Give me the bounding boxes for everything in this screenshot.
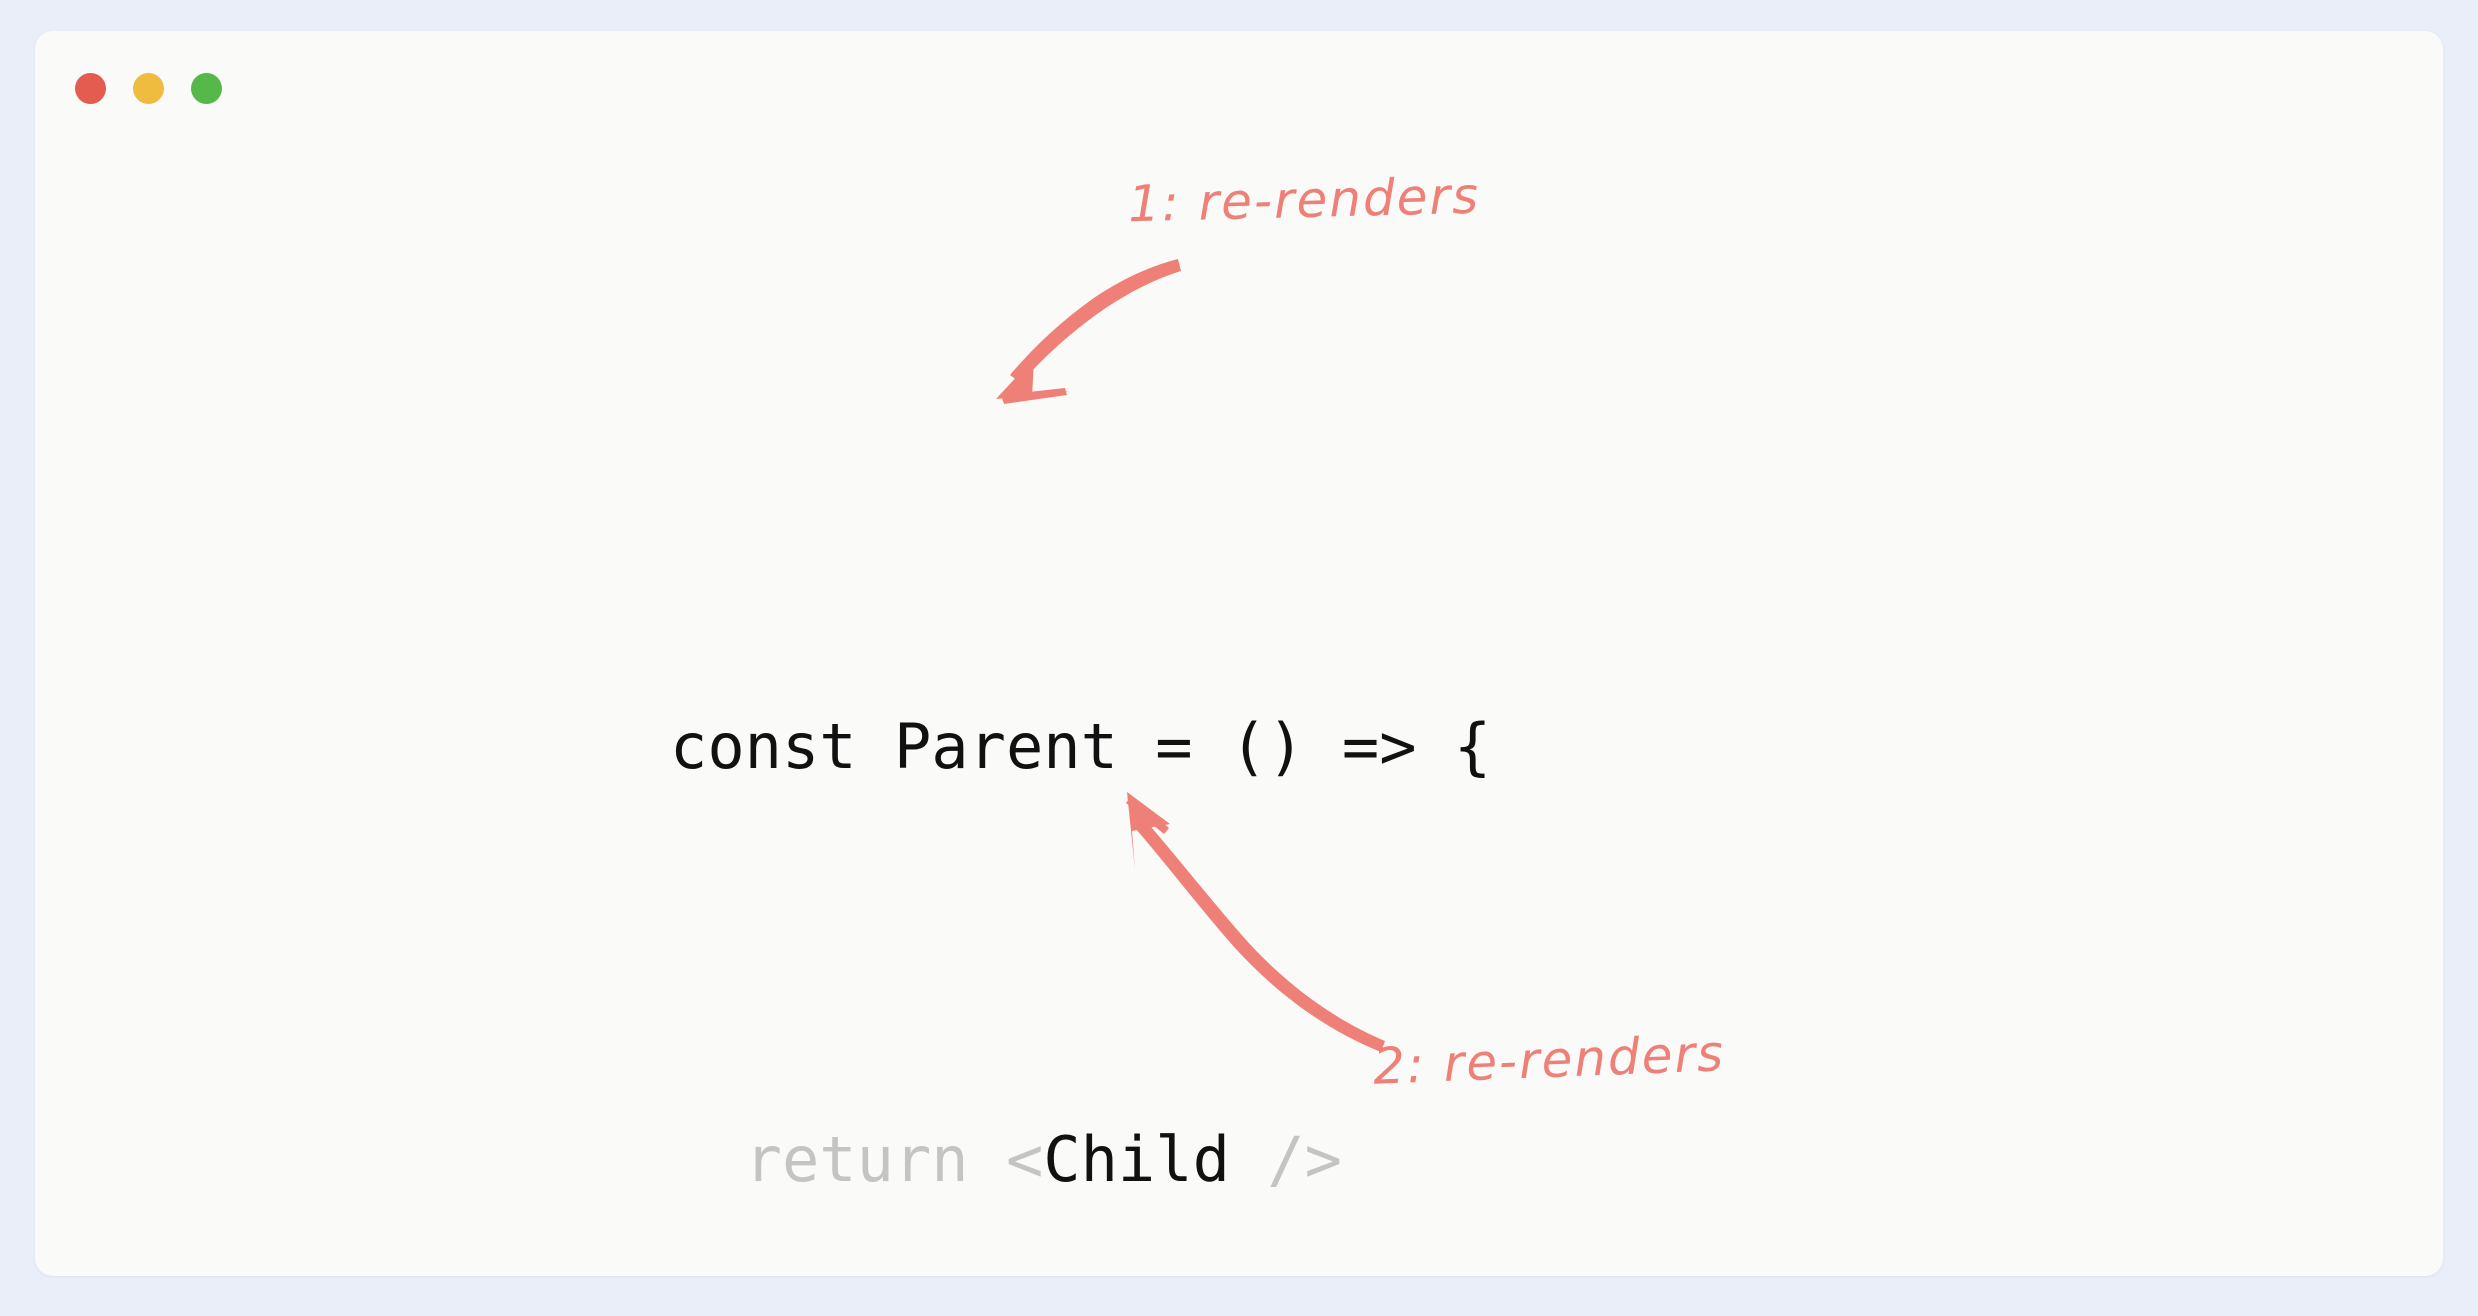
code-token-child-component: Child [1043, 1123, 1230, 1196]
window-titlebar [35, 31, 2443, 151]
annotation-arrow-1-head [996, 358, 1070, 399]
window-controls [75, 73, 222, 104]
annotation-arrow-1-shaft [1010, 259, 1181, 383]
code-line-1: const Parent = () => { [670, 689, 1491, 804]
maximize-window-icon[interactable] [191, 73, 222, 104]
annotation-arrow-1-group [996, 259, 1181, 404]
close-window-icon[interactable] [75, 73, 106, 104]
annotation-arrow-1-head-tail [1001, 388, 1067, 404]
code-token-close-bracket: /> [1267, 1123, 1342, 1196]
code-token-declaration: const Parent = () => { [670, 710, 1492, 783]
code-token-indent [670, 1123, 745, 1196]
screenshot-stage: const Parent = () => { return <Child /> … [0, 0, 2478, 1316]
code-window-card: const Parent = () => { return <Child /> … [35, 31, 2443, 1276]
code-token-space-1 [969, 1123, 1006, 1196]
code-line-2: return <Child /> [670, 1102, 1491, 1217]
code-snippet[interactable]: const Parent = () => { return <Child /> … [670, 459, 1491, 1276]
annotation-label-1: 1: re-renders [1127, 166, 1481, 234]
code-token-open-bracket: < [1005, 1123, 1044, 1196]
minimize-window-icon[interactable] [133, 73, 164, 104]
code-token-space-2 [1230, 1123, 1267, 1196]
code-token-return-keyword: return [744, 1123, 969, 1196]
